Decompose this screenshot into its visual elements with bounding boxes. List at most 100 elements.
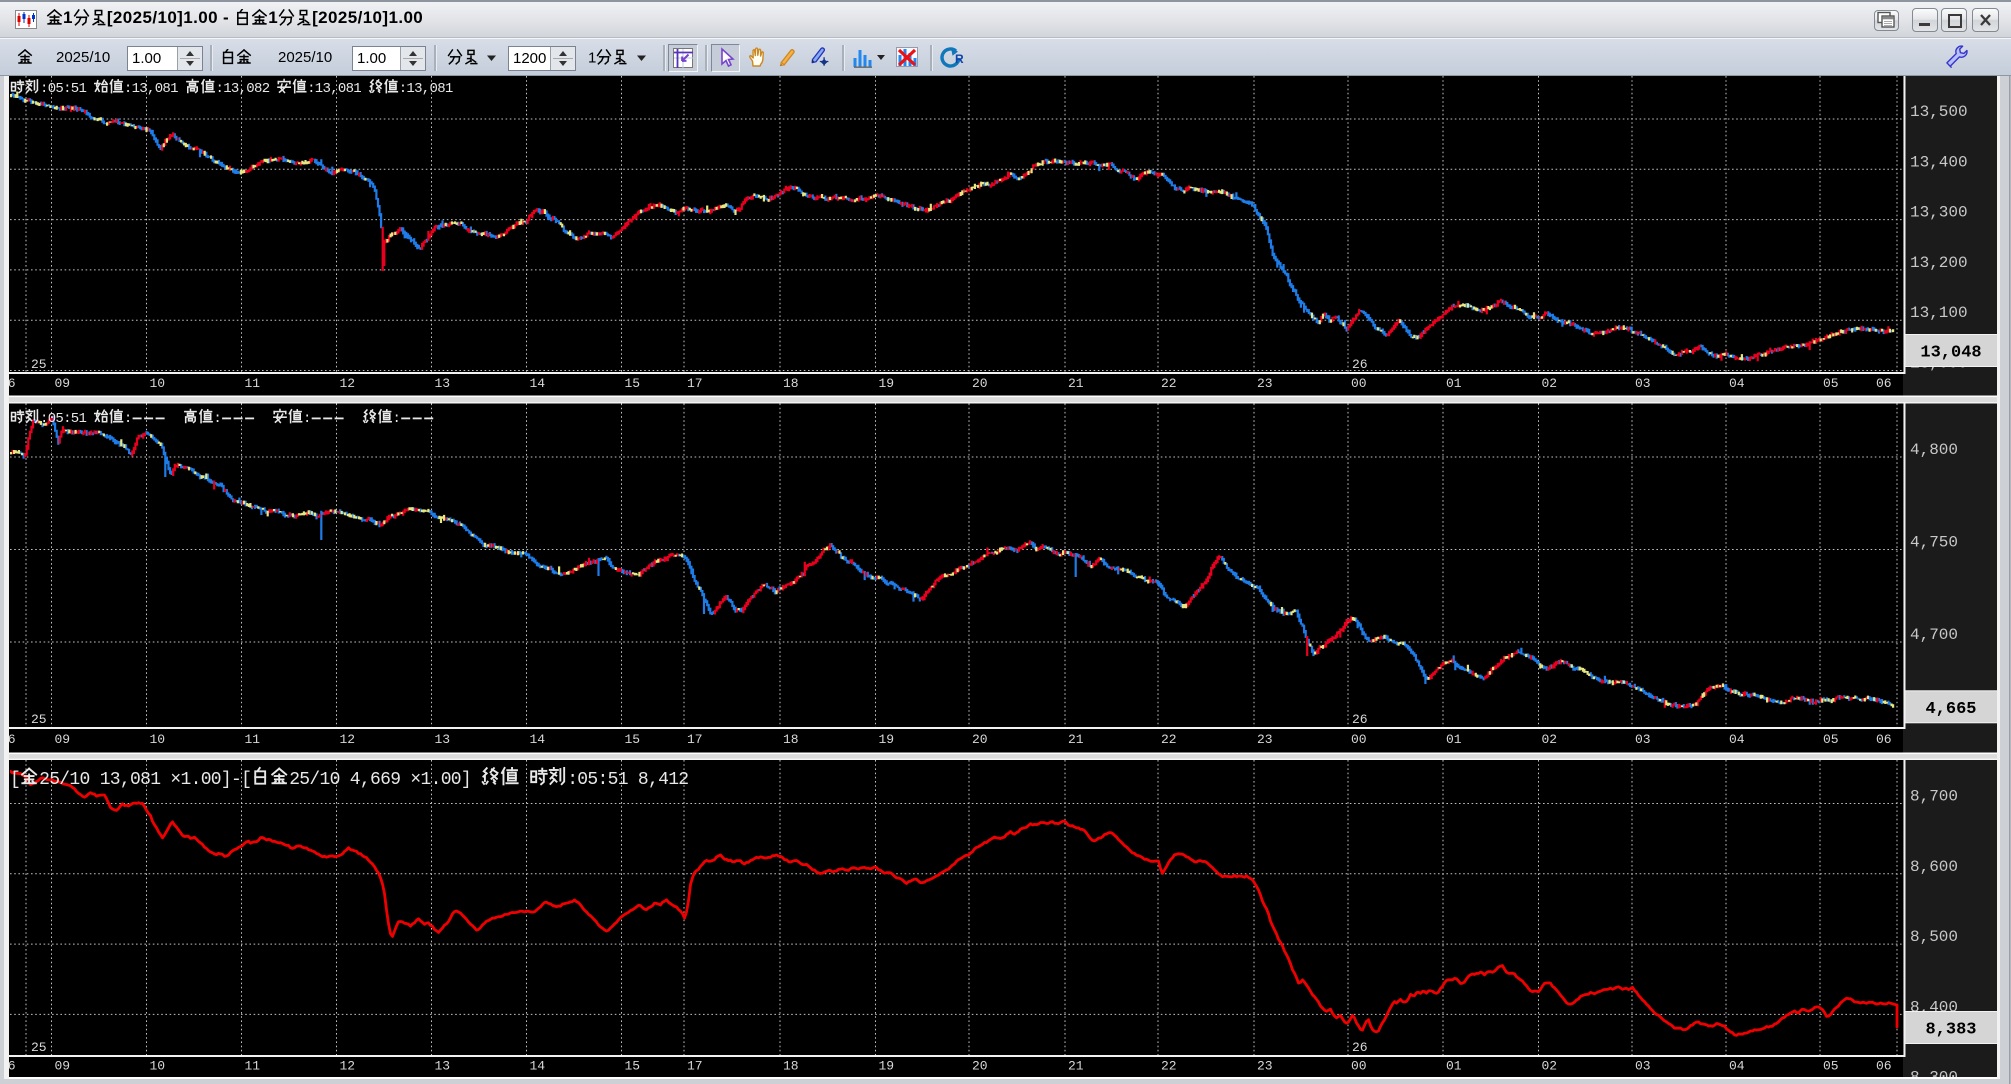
svg-text::05:51 8,412: :05:51 8,412 — [567, 770, 688, 790]
svg-text:04: 04 — [1729, 1059, 1745, 1074]
svg-text:22: 22 — [1161, 376, 1177, 391]
svg-text:26: 26 — [1352, 357, 1368, 372]
svg-text::: : — [213, 411, 221, 427]
svg-text:13,300: 13,300 — [1910, 204, 1968, 222]
svg-text:00: 00 — [1351, 732, 1367, 747]
svg-text:13,200: 13,200 — [1910, 254, 1968, 272]
svg-text::05:51: :05:51 — [40, 411, 87, 427]
svg-text:20: 20 — [972, 732, 988, 747]
svg-text:14: 14 — [530, 1059, 546, 1074]
svg-text:22: 22 — [1161, 1059, 1177, 1074]
svg-text:17: 17 — [687, 376, 703, 391]
svg-text:13,400: 13,400 — [1910, 153, 1968, 171]
svg-text:1.00]-[: 1.00]-[ — [181, 770, 252, 790]
svg-text:4,700: 4,700 — [1910, 626, 1958, 644]
svg-text::13,081: :13,081 — [124, 81, 178, 97]
svg-text:21: 21 — [1068, 1059, 1084, 1074]
svg-text:×: × — [410, 770, 420, 790]
svg-text:02: 02 — [1542, 732, 1558, 747]
svg-text:×: × — [170, 770, 180, 790]
svg-text:01: 01 — [1446, 732, 1462, 747]
svg-text:01: 01 — [1446, 1059, 1462, 1074]
svg-text:19: 19 — [879, 732, 895, 747]
svg-text:06: 06 — [1876, 376, 1892, 391]
svg-text:06: 06 — [1876, 732, 1892, 747]
svg-text:18: 18 — [783, 376, 799, 391]
svg-text:4,750: 4,750 — [1910, 534, 1958, 552]
svg-text:09: 09 — [55, 732, 71, 747]
svg-text:11: 11 — [245, 1059, 261, 1074]
svg-text:15: 15 — [625, 1059, 641, 1074]
svg-text:05: 05 — [1823, 1059, 1839, 1074]
svg-text::: : — [303, 411, 311, 427]
svg-text:23: 23 — [1257, 376, 1273, 391]
svg-text:4,800: 4,800 — [1910, 441, 1958, 459]
svg-text:10: 10 — [150, 732, 166, 747]
svg-text:04: 04 — [1729, 732, 1745, 747]
svg-text:05: 05 — [1823, 376, 1839, 391]
svg-text:17: 17 — [687, 732, 703, 747]
svg-text:19: 19 — [879, 376, 895, 391]
svg-text:25/10 13,081: 25/10 13,081 — [39, 770, 160, 790]
svg-text::: : — [124, 411, 132, 427]
svg-text::13,082: :13,082 — [216, 81, 270, 97]
svg-text:22: 22 — [1161, 732, 1177, 747]
svg-text:12: 12 — [340, 1059, 356, 1074]
svg-text:01: 01 — [1446, 376, 1462, 391]
svg-text:13,048: 13,048 — [1920, 344, 1981, 363]
svg-text:8,500: 8,500 — [1910, 928, 1958, 946]
svg-text:03: 03 — [1635, 1059, 1651, 1074]
svg-text:4,665: 4,665 — [1925, 700, 1976, 719]
svg-text:15: 15 — [625, 376, 641, 391]
svg-text:25: 25 — [31, 357, 47, 372]
svg-text:26: 26 — [1352, 1040, 1368, 1055]
svg-text:03: 03 — [1635, 376, 1651, 391]
svg-text:14: 14 — [530, 376, 546, 391]
svg-text:11: 11 — [245, 732, 261, 747]
svg-text:1.00]: 1.00] — [421, 770, 472, 790]
svg-text:09: 09 — [55, 376, 71, 391]
svg-text:8,600: 8,600 — [1910, 858, 1958, 876]
svg-text:21: 21 — [1068, 376, 1084, 391]
svg-text:25: 25 — [31, 1040, 47, 1055]
svg-text:05: 05 — [1823, 732, 1839, 747]
svg-text:03: 03 — [1635, 732, 1651, 747]
svg-text:8,700: 8,700 — [1910, 788, 1958, 806]
svg-text:21: 21 — [1068, 732, 1084, 747]
svg-text:00: 00 — [1351, 376, 1367, 391]
svg-text:23: 23 — [1257, 732, 1273, 747]
svg-text:13: 13 — [435, 1059, 451, 1074]
svg-text::05:51: :05:51 — [40, 81, 87, 97]
svg-text:26: 26 — [1352, 712, 1368, 727]
svg-text:12: 12 — [340, 376, 356, 391]
svg-text:04: 04 — [1729, 376, 1745, 391]
svg-text:13,100: 13,100 — [1910, 304, 1968, 322]
svg-text:19: 19 — [879, 1059, 895, 1074]
svg-text::13,081: :13,081 — [307, 81, 361, 97]
svg-text:25: 25 — [31, 712, 47, 727]
svg-text:12: 12 — [340, 732, 356, 747]
svg-text:25/10 4,669: 25/10 4,669 — [289, 770, 400, 790]
svg-text:02: 02 — [1542, 376, 1558, 391]
svg-text:10: 10 — [150, 376, 166, 391]
svg-text:8,383: 8,383 — [1925, 1021, 1976, 1040]
svg-text:02: 02 — [1542, 1059, 1558, 1074]
svg-text:23: 23 — [1257, 1059, 1273, 1074]
svg-text:15: 15 — [625, 732, 641, 747]
svg-text:10: 10 — [150, 1059, 166, 1074]
svg-text:17: 17 — [687, 1059, 703, 1074]
svg-text:14: 14 — [530, 732, 546, 747]
svg-text:13: 13 — [435, 732, 451, 747]
svg-text:00: 00 — [1351, 1059, 1367, 1074]
svg-text:[: [ — [10, 770, 20, 790]
svg-text:06: 06 — [1876, 1059, 1892, 1074]
svg-text:18: 18 — [783, 1059, 799, 1074]
svg-text:09: 09 — [55, 1059, 71, 1074]
svg-text:13: 13 — [435, 376, 451, 391]
svg-text::13,081: :13,081 — [399, 81, 453, 97]
svg-text:20: 20 — [972, 376, 988, 391]
svg-text:R: R — [955, 52, 964, 66]
svg-text:13,500: 13,500 — [1910, 103, 1968, 121]
svg-text::: : — [393, 411, 401, 427]
svg-text:11: 11 — [245, 376, 261, 391]
